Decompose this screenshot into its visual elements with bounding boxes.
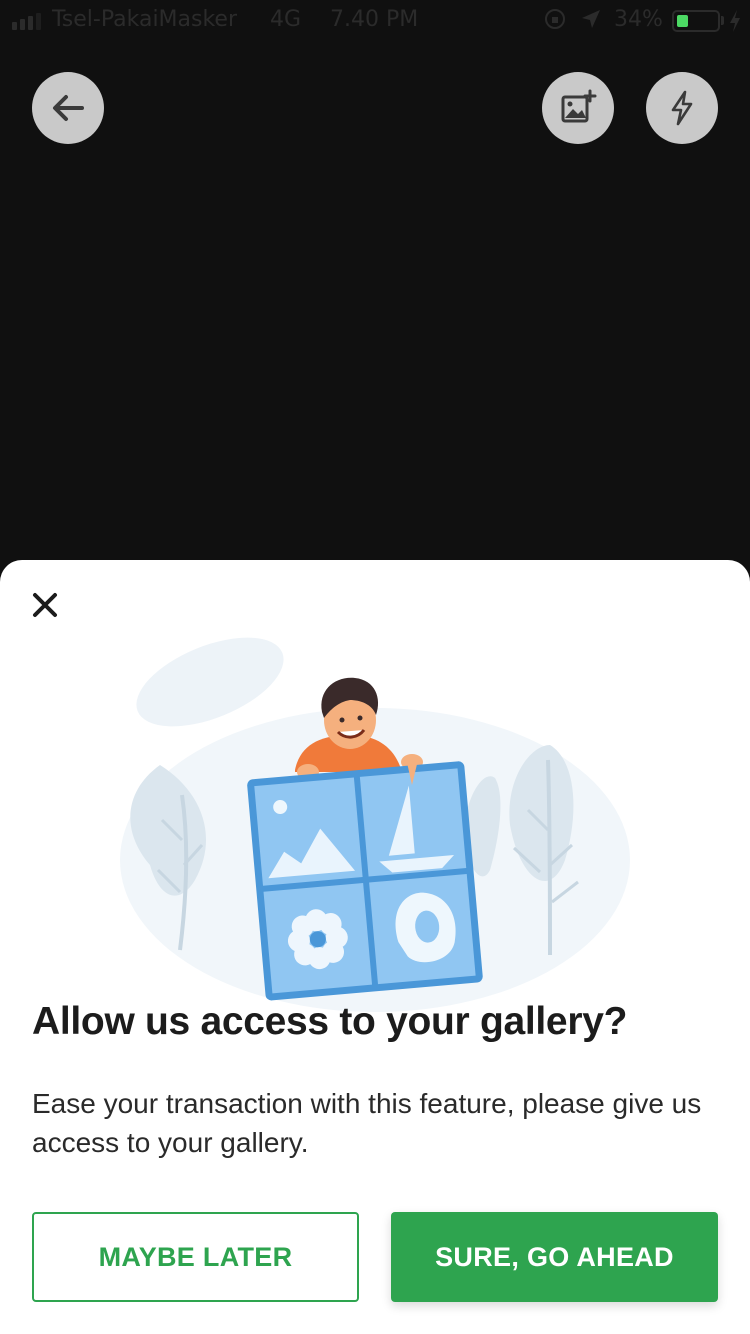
location-arrow-icon (582, 10, 600, 28)
battery-cap (721, 16, 724, 25)
battery-percentage: 34% (614, 7, 663, 32)
sure-go-ahead-button[interactable]: SURE, GO AHEAD (391, 1212, 718, 1302)
close-icon (33, 593, 57, 617)
signal-strength-icon (12, 13, 41, 30)
carrier-name: Tsel-PakaiMasker (52, 7, 238, 32)
charging-bolt-icon (730, 10, 740, 32)
back-button[interactable] (32, 72, 104, 144)
dialog-description: Ease your transaction with this feature,… (32, 1088, 702, 1158)
close-button[interactable] (28, 588, 62, 622)
add-photo-icon (561, 89, 597, 123)
flash-off-icon (671, 90, 693, 126)
orientation-lock-icon (545, 9, 565, 29)
network-type: 4G (270, 7, 302, 32)
gallery-button[interactable] (542, 72, 614, 144)
permission-bottom-sheet: Allow us access to your gallery? Ease yo… (0, 560, 750, 1334)
flash-button[interactable] (646, 72, 718, 144)
status-time: 7.40 PM (330, 7, 419, 32)
battery-icon (672, 10, 720, 32)
maybe-later-button[interactable]: MAYBE LATER (32, 1212, 359, 1302)
arrow-left-icon (53, 95, 84, 121)
gallery-permission-illustration (120, 637, 630, 1012)
dialog-title: Allow us access to your gallery? (32, 1000, 628, 1043)
status-bar: Tsel-PakaiMasker 4G 7.40 PM 34% (0, 0, 750, 40)
